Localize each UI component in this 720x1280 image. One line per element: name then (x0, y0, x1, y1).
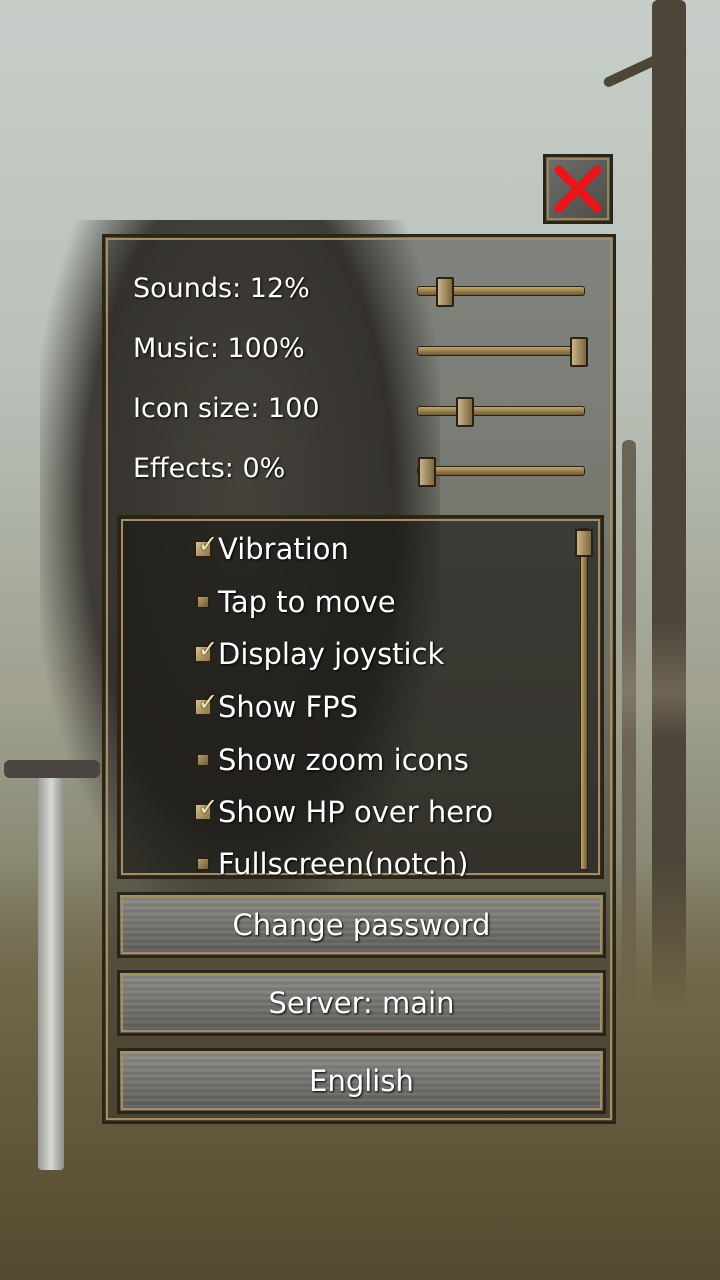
sounds-label: Sounds: 12% (133, 273, 310, 304)
vibration-checkbox[interactable]: ✓ (194, 532, 218, 558)
tap-to-move-label: Tap to move (218, 585, 396, 619)
tap-to-move-checkbox[interactable]: ✓ (196, 595, 210, 609)
show-zoom-icons-label: Show zoom icons (218, 743, 469, 777)
close-button[interactable] (543, 154, 613, 224)
show-hp-over-hero-label: Show HP over hero (218, 795, 494, 829)
icon-size-slider-thumb[interactable] (456, 397, 474, 427)
change-password-label: Change password (232, 908, 491, 942)
server-label: Server: main (268, 986, 455, 1020)
server-button[interactable]: Server: main (117, 970, 606, 1036)
effects-slider[interactable] (417, 457, 585, 487)
change-password-button[interactable]: Change password (117, 892, 606, 958)
show-hp-over-hero-checkbox[interactable]: ✓ (194, 795, 218, 821)
vibration-label: Vibration (218, 532, 349, 566)
language-label: English (309, 1064, 414, 1098)
check-icon: ✓ (198, 530, 219, 558)
sounds-slider-thumb[interactable] (436, 277, 455, 307)
options-scroll-thumb[interactable] (575, 529, 593, 557)
option-vibration[interactable]: ✓ Vibration (194, 524, 349, 574)
sword-blade (38, 760, 64, 1170)
option-fullscreen-notch[interactable]: ✓ Fullscreen(notch) (194, 839, 469, 879)
display-joystick-checkbox[interactable]: ✓ (194, 637, 218, 663)
option-show-hp-over-hero[interactable]: ✓ Show HP over hero (194, 787, 493, 837)
option-tap-to-move[interactable]: ✓ Tap to move (194, 577, 396, 627)
option-display-joystick[interactable]: ✓ Display joystick (194, 629, 444, 679)
slider-icon-size: Icon size: 100 (133, 389, 593, 429)
icon-size-label: Icon size: 100 (133, 393, 320, 424)
effects-slider-thumb[interactable] (418, 457, 436, 487)
slider-effects: Effects: 0% (133, 449, 593, 489)
option-show-fps[interactable]: ✓ Show FPS (194, 682, 358, 732)
settings-panel: Sounds: 12% Music: 100% Icon size: 100 E… (102, 234, 616, 1124)
music-slider[interactable] (417, 337, 588, 367)
options-scrollbar[interactable] (575, 528, 593, 870)
show-fps-label: Show FPS (218, 690, 359, 724)
language-button[interactable]: English (117, 1048, 606, 1114)
check-icon: ✓ (198, 793, 219, 821)
slider-sounds: Sounds: 12% (133, 269, 593, 309)
show-zoom-icons-checkbox[interactable]: ✓ (196, 753, 210, 767)
music-slider-thumb[interactable] (570, 337, 588, 367)
close-icon (554, 165, 602, 213)
fullscreen-notch-label: Fullscreen(notch) (218, 847, 469, 879)
options-list: ✓ Vibration ✓ Tap to move ✓ Display joys… (117, 515, 604, 879)
check-icon: ✓ (198, 635, 219, 663)
slider-music: Music: 100% (133, 329, 593, 369)
music-label: Music: 100% (133, 333, 305, 364)
fullscreen-notch-checkbox[interactable]: ✓ (196, 857, 210, 871)
show-fps-checkbox[interactable]: ✓ (194, 690, 218, 716)
sounds-slider[interactable] (417, 277, 585, 307)
check-icon: ✓ (198, 688, 219, 716)
sword-guard (4, 760, 100, 778)
option-show-zoom-icons[interactable]: ✓ Show zoom icons (194, 735, 469, 785)
icon-size-slider[interactable] (417, 397, 585, 427)
effects-label: Effects: 0% (133, 453, 286, 484)
display-joystick-label: Display joystick (218, 637, 445, 671)
